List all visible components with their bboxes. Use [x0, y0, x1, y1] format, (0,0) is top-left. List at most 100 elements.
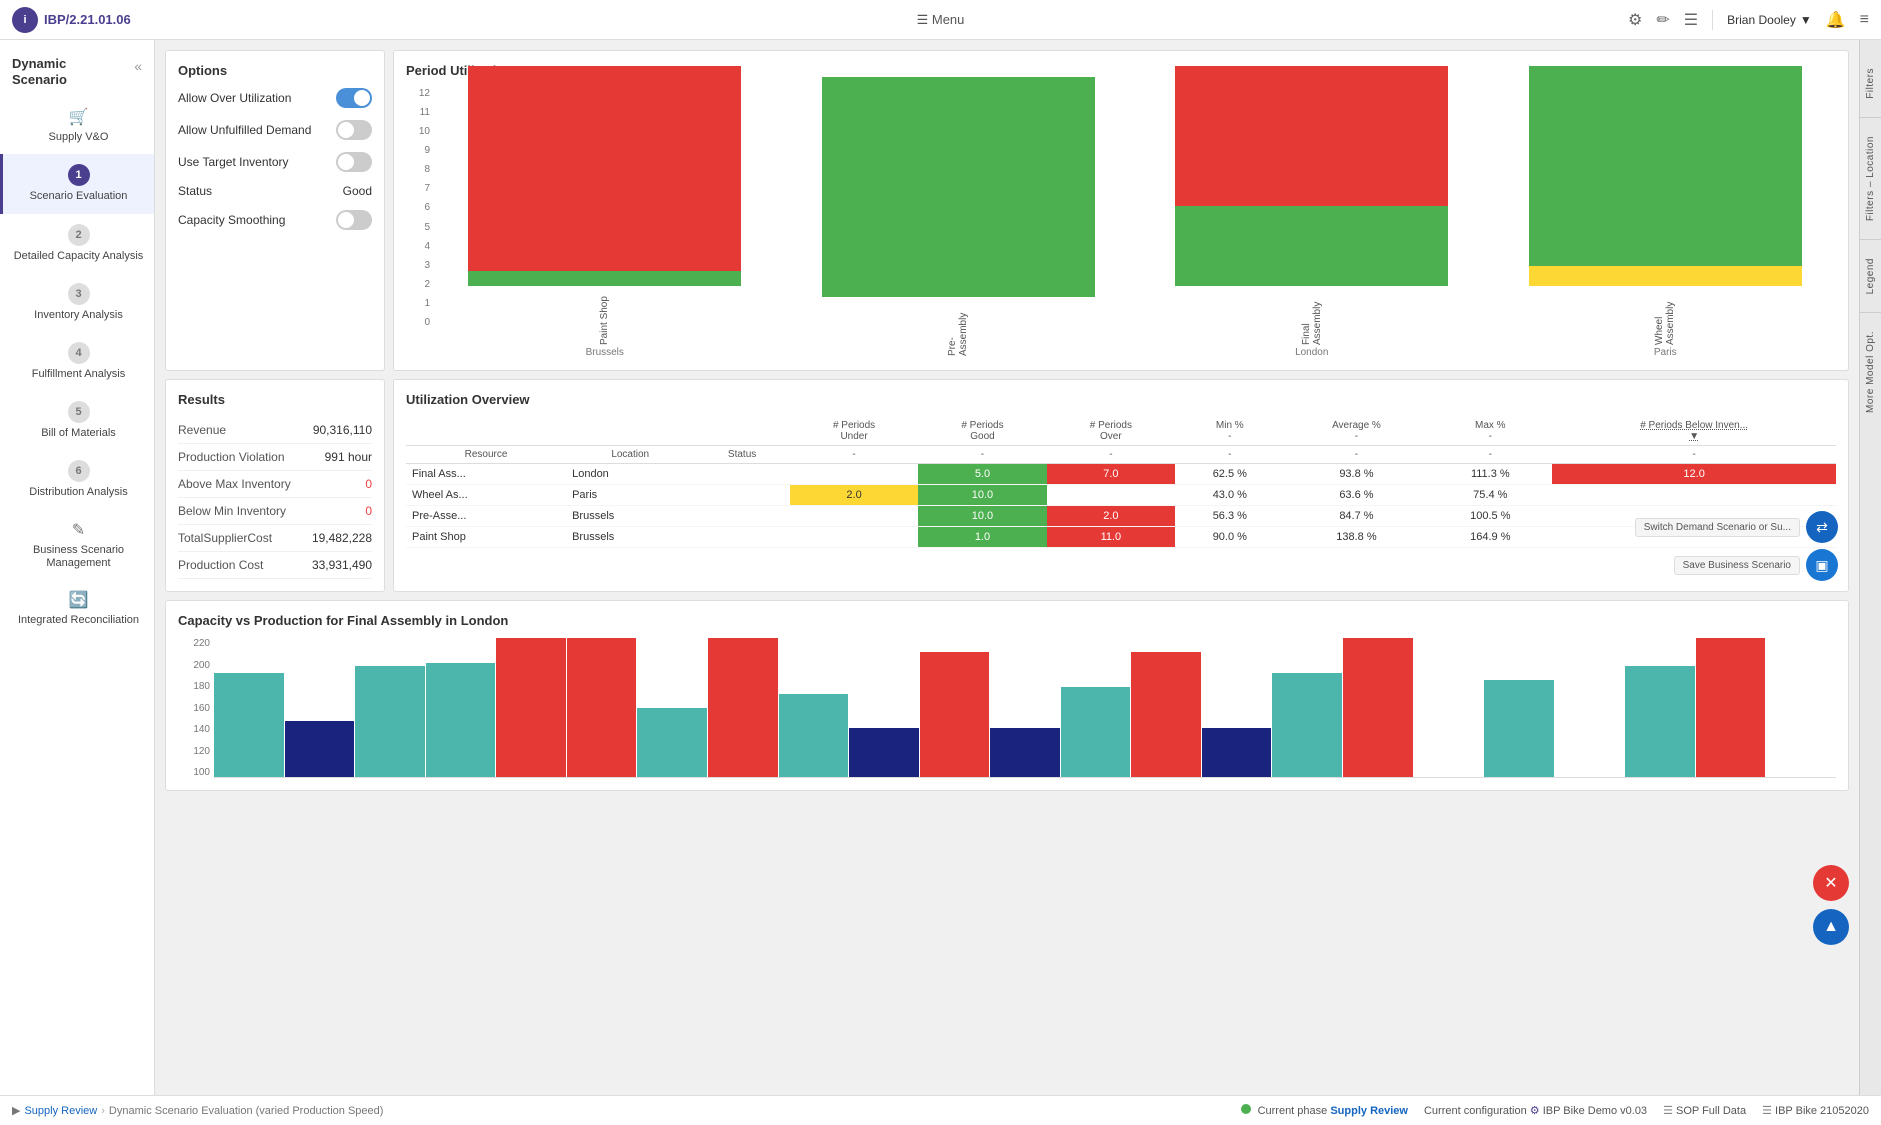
sidebar-item-reconciliation[interactable]: 🔄 Integrated Reconciliation [0, 580, 154, 637]
bottom-bar [355, 666, 425, 777]
save-scenario-label: Save Business Scenario [1674, 556, 1800, 575]
result-above-max: Above Max Inventory 0 [178, 471, 372, 498]
settings-icon[interactable]: ⚙ [1628, 10, 1642, 30]
menu-button[interactable]: ☰ Menu [917, 12, 965, 28]
bottom-chart-panel: Capacity vs Production for Final Assembl… [165, 600, 1849, 791]
y-label-8: 8 [424, 164, 430, 175]
col-periods-over: # PeriodsOver [1047, 417, 1175, 446]
target-inventory-toggle[interactable] [336, 152, 372, 172]
col-avg: Average %- [1285, 417, 1429, 446]
sidebar-item-bom[interactable]: 5 Bill of Materials [0, 391, 154, 450]
unfulfilled-label: Allow Unfulfilled Demand [178, 123, 311, 137]
user-menu[interactable]: Brian Dooley ▼ [1727, 13, 1812, 27]
smoothing-toggle[interactable] [336, 210, 372, 230]
option-row-status: Status Good [178, 184, 372, 198]
target-inventory-label: Use Target Inventory [178, 155, 289, 169]
sidebar-item-reconciliation-label: Integrated Reconciliation [18, 614, 139, 627]
close-button[interactable]: ✕ [1813, 865, 1849, 901]
bottom-bar [214, 673, 284, 777]
switch-demand-button[interactable]: ⇄ [1806, 511, 1838, 543]
breadcrumb-supply-review[interactable]: Supply Review [24, 1105, 97, 1117]
sidebar-item-distribution[interactable]: 6 Distribution Analysis [0, 450, 154, 509]
config-value: IBP Bike Demo v0.03 [1543, 1105, 1647, 1117]
cell-avg-3: 84.7 % [1285, 506, 1429, 527]
divider [1860, 117, 1881, 118]
bottom-bar [1625, 666, 1695, 777]
cell-location-4: Brussels [566, 527, 694, 548]
sidebar-header: DynamicScenario « [0, 48, 154, 91]
y-label-5: 5 [424, 222, 430, 233]
unfulfilled-toggle[interactable] [336, 120, 372, 140]
status-right: Current phase Supply Review Current conf… [1241, 1104, 1870, 1117]
user-name: Brian Dooley [1727, 13, 1796, 27]
sidebar-item-bom-label: Bill of Materials [41, 427, 116, 440]
list-icon[interactable]: ☰ [1684, 10, 1698, 30]
app-version: IBP/2.21.01.06 [44, 12, 131, 27]
utilization-panel: Utilization Overview # PeriodsUnder # Pe… [393, 379, 1849, 592]
notification-icon[interactable]: 🔔 [1826, 10, 1846, 30]
sidebar-item-business[interactable]: ✎ Business Scenario Management [0, 510, 154, 580]
right-sidebar: Filters Filters – Location Legend More M… [1859, 40, 1881, 1095]
bar-pre-green [822, 77, 1095, 297]
y-label-2: 2 [424, 279, 430, 290]
over-utilization-toggle[interactable] [336, 88, 372, 108]
cell-below-2 [1552, 485, 1836, 506]
main-content: Options Allow Over Utilization Allow Unf… [155, 40, 1859, 1095]
prod-violation-label: Production Violation [178, 450, 285, 464]
bottom-y-120: 120 [193, 746, 210, 757]
breadcrumb-arrow: ▶ [12, 1104, 20, 1117]
col-periods-under: # PeriodsUnder [790, 417, 918, 446]
data-icon: ☰ [1663, 1105, 1676, 1117]
result-revenue: Revenue 90,316,110 [178, 417, 372, 444]
bottom-bar [1061, 687, 1131, 777]
bar-groups: Paint Shop Brussels Pre-Assembly [434, 118, 1836, 358]
col-below-inven: # Periods Below Inven...▼ [1552, 417, 1836, 446]
edit-icon[interactable]: ✏ [1656, 10, 1669, 30]
filter-label[interactable]: Filters [1865, 60, 1876, 107]
bar-wheel-location: Paris [1654, 347, 1677, 358]
below-min-value: 0 [365, 504, 372, 518]
revenue-value: 90,316,110 [313, 423, 372, 437]
data-value: SOP Full Data [1676, 1105, 1746, 1117]
cell-over-2 [1047, 485, 1175, 506]
app-logo[interactable]: i IBP/2.21.01.06 [12, 7, 131, 33]
bar-group-wheel: Wheel Assembly Paris [1495, 66, 1837, 358]
bottom-bar [1696, 638, 1766, 777]
navigate-button[interactable]: ▲ [1813, 909, 1849, 945]
sidebar-collapse-icon[interactable]: « [134, 58, 142, 74]
bar-final-green [1175, 206, 1448, 286]
sidebar-item-fulfillment-num: 4 [68, 342, 90, 364]
y-label-4: 4 [424, 241, 430, 252]
breadcrumb-sep: › [101, 1105, 105, 1117]
below-min-label: Below Min Inventory [178, 504, 286, 518]
bar-paint-red [468, 66, 741, 271]
topbar-right: ⚙ ✏ ☰ Brian Dooley ▼ 🔔 ≡ [1628, 10, 1869, 30]
sidebar-item-inventory[interactable]: 3 Inventory Analysis [0, 273, 154, 332]
y-label-9: 9 [424, 145, 430, 156]
legend-label[interactable]: Legend [1865, 250, 1876, 302]
bottom-chart: 100 120 140 160 180 200 220 [178, 638, 1836, 778]
prod-cost-label: Production Cost [178, 558, 263, 572]
sidebar-item-scenario[interactable]: 1 Scenario Evaluation [0, 154, 154, 213]
filter-location-label[interactable]: Filters – Location [1865, 128, 1876, 229]
sidebar-item-capacity[interactable]: 2 Detailed Capacity Analysis [0, 214, 154, 273]
cell-status-1 [694, 464, 742, 485]
sidebar-title: DynamicScenario [12, 56, 67, 87]
more-icon[interactable]: ≡ [1860, 11, 1869, 29]
sidebar-nav: 🛒 Supply V&O 1 Scenario Evaluation 2 Det… [0, 97, 154, 637]
sidebar-item-fulfillment[interactable]: 4 Fulfillment Analysis [0, 332, 154, 391]
bar-final-location: London [1295, 347, 1328, 358]
bottom-y-160: 160 [193, 703, 210, 714]
top-row: Options Allow Over Utilization Allow Unf… [165, 50, 1849, 371]
bar-wheel-green [1529, 66, 1802, 266]
bar-wheel-label: Wheel Assembly [1654, 290, 1676, 345]
model-opt-label[interactable]: More Model Opt. [1865, 323, 1876, 421]
cell-max-3: 100.5 % [1428, 506, 1552, 527]
sidebar-item-supply[interactable]: 🛒 Supply V&O [0, 97, 154, 154]
save-scenario-button[interactable]: ▣ [1806, 549, 1838, 581]
cell-status-bar-4 [742, 527, 790, 548]
phase-value: Supply Review [1330, 1105, 1408, 1117]
cell-status-3 [694, 506, 742, 527]
bottom-bar [1272, 673, 1342, 777]
cell-avg-2: 63.6 % [1285, 485, 1429, 506]
